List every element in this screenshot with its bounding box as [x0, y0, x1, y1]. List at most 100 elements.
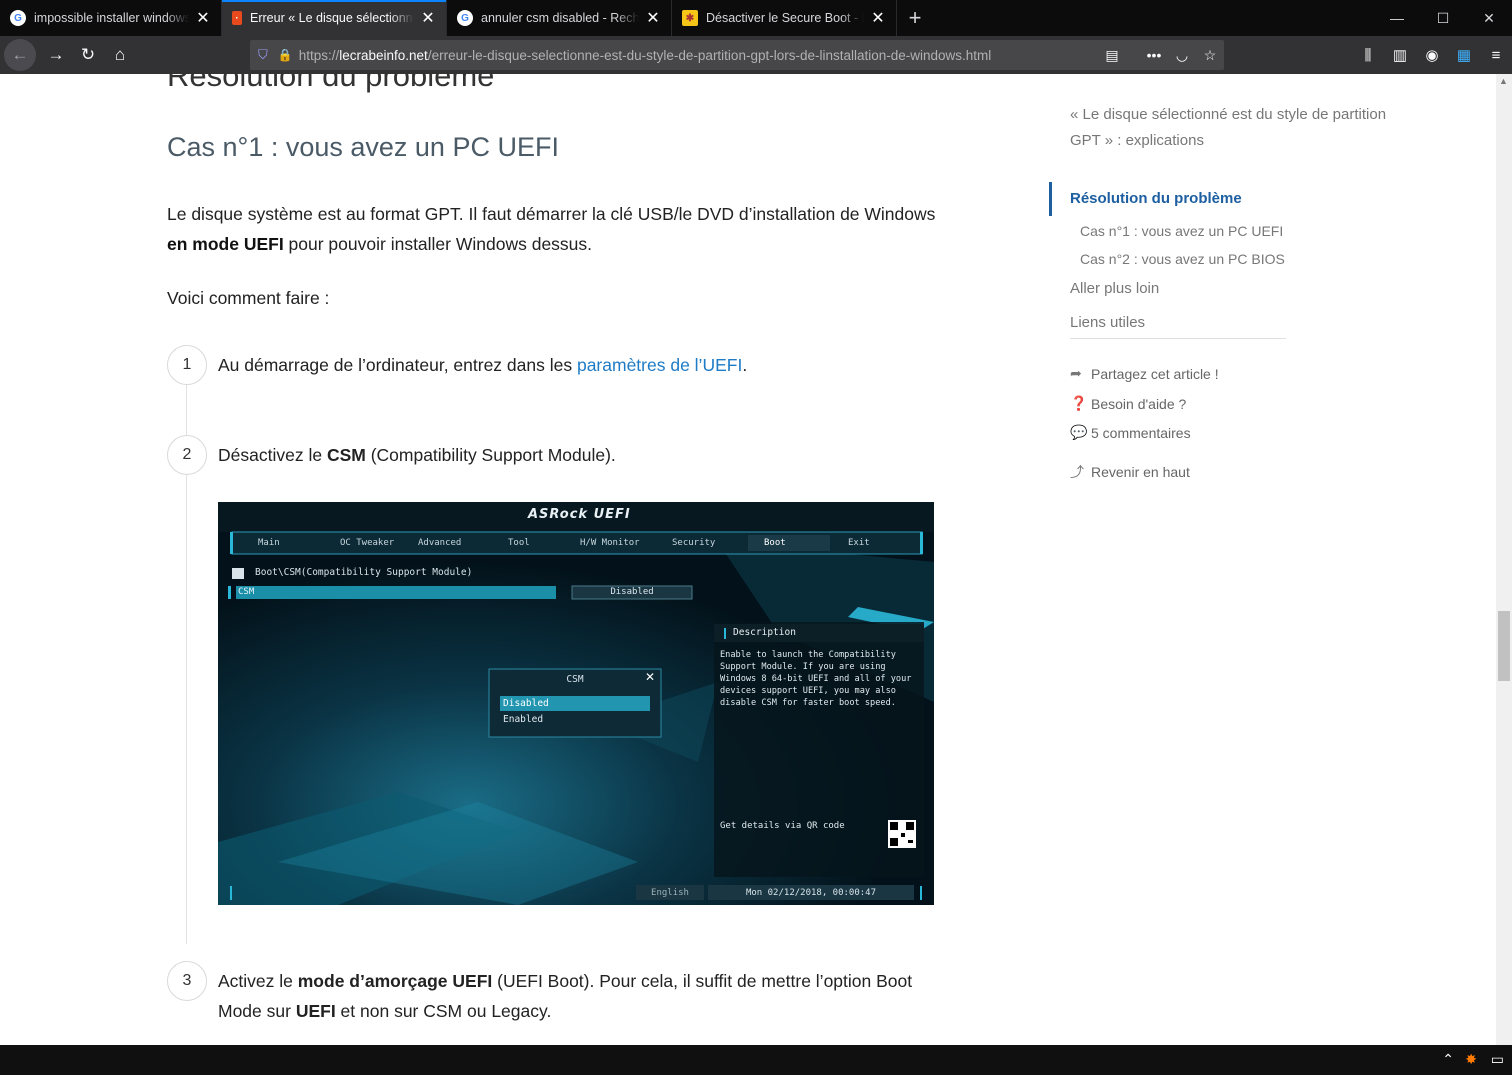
uefi-menu-exit: Exit — [848, 538, 870, 548]
account-icon[interactable]: ◉ — [1416, 36, 1448, 74]
uefi-datetime: Mon 02/12/2018, 00:00:47 — [745, 888, 877, 898]
tab-3[interactable]: G annuler csm disabled - Recherche ✕ — [447, 0, 672, 36]
scroll-up-arrow-icon[interactable]: ▲ — [1499, 76, 1508, 86]
uefi-menu-hw: H/W Monitor — [580, 538, 640, 548]
uefi-menu-tool: Tool — [508, 538, 530, 548]
tab-title: annuler csm disabled - Recherche — [481, 11, 639, 25]
uefi-menu-boot: Boot — [764, 538, 786, 548]
sidebar-divider — [1070, 338, 1286, 339]
tab-title: impossible installer windows 10 — [34, 11, 189, 25]
menu-icon[interactable]: ≡ — [1480, 36, 1512, 74]
uefi-settings-link[interactable]: paramètres de l’UEFI — [577, 355, 742, 375]
uefi-menu-security: Security — [672, 538, 716, 548]
library-icon[interactable]: ⫼ — [1352, 36, 1384, 74]
uefi-popup-enabled: Enabled — [503, 714, 544, 725]
paragraph-1: Le disque système est au format GPT. Il … — [167, 204, 936, 254]
question-circle-icon: ❓ — [1070, 395, 1088, 411]
navigation-bar: ← → ↻ ⌂ ⛉ 🔒 https://lecrabeinfo.net/erre… — [0, 36, 1512, 74]
section-heading: Résolution du problème — [167, 74, 495, 93]
url-actions: ▤ ••• ◡ ☆ — [1098, 40, 1224, 70]
reload-button[interactable]: ↻ — [72, 39, 104, 71]
toc-item-aller-plus-loin[interactable]: Aller plus loin — [1070, 276, 1159, 302]
home-button[interactable]: ⌂ — [104, 39, 136, 71]
toc-item-explications[interactable]: « Le disque sélectionné est du style de … — [1070, 102, 1410, 154]
page-actions-icon[interactable]: ••• — [1140, 40, 1168, 70]
minimize-button[interactable]: — — [1374, 0, 1420, 36]
tab-2[interactable]: · Erreur « Le disque sélectionné est ✕ — [222, 0, 447, 36]
subsection-heading: Cas n°1 : vous avez un PC UEFI — [167, 132, 559, 162]
tab-4[interactable]: ✱ Désactiver le Secure Boot - Mat ✕ — [672, 0, 897, 36]
uefi-popup-disabled: Disabled — [503, 698, 549, 709]
uefi-brand: ASRock UEFI — [528, 507, 631, 522]
help-link[interactable]: ❓ Besoin d'aide ? — [1070, 395, 1186, 412]
uefi-description-title: Description — [733, 627, 796, 638]
toc-active-indicator — [1049, 182, 1052, 216]
toc-item-resolution[interactable]: Résolution du problème — [1070, 186, 1242, 212]
arrow-up-icon: ⤴ — [1070, 464, 1084, 480]
avast-tray-icon[interactable]: ✸ — [1465, 1051, 1477, 1068]
page-scrollbar[interactable]: ▲ — [1496, 74, 1512, 1045]
extensions-icon[interactable]: ▦ — [1448, 36, 1480, 74]
close-tab-icon[interactable]: ✕ — [420, 8, 436, 28]
windows-taskbar: ⌃ ✸ ▭ — [0, 1045, 1512, 1075]
share-arrow-icon: ➦ — [1070, 365, 1082, 381]
uefi-breadcrumb: Boot\CSM(Compatibility Support Module) — [255, 567, 473, 578]
tab-title: Erreur « Le disque sélectionné est — [250, 11, 414, 25]
pocket-icon[interactable]: ◡ — [1168, 40, 1196, 70]
uefi-menu: Main OC Tweaker Advanced Tool H/W Monito… — [258, 538, 918, 548]
comments-link[interactable]: 💬 5 commentaires — [1070, 424, 1191, 441]
step-2-text: Désactivez le CSM (Compatibility Support… — [218, 445, 616, 465]
toc-item-cas2[interactable]: Cas n°2 : vous avez un PC BIOS — [1080, 246, 1285, 272]
page-content: Résolution du problème Cas n°1 : vous av… — [0, 74, 1512, 1045]
close-tab-icon[interactable]: ✕ — [645, 8, 661, 28]
reader-view-icon[interactable]: ▤ — [1098, 40, 1126, 70]
close-tab-icon[interactable]: ✕ — [870, 8, 886, 28]
uefi-menu-advanced: Advanced — [418, 538, 462, 548]
google-icon: G — [10, 10, 26, 26]
uefi-popup-title: CSM — [566, 674, 584, 685]
uefi-popup-close-icon: ✕ — [645, 670, 656, 684]
tab-1[interactable]: G impossible installer windows 10 ✕ — [0, 0, 222, 36]
toolbar-icons: ⫼ ▥ ◉ ▦ ≡ — [1352, 36, 1512, 74]
uefi-csm-value: Disabled — [610, 587, 654, 597]
yellow-site-icon: ✱ — [682, 10, 698, 26]
lock-icon[interactable]: 🔒 — [278, 48, 293, 62]
url-bar[interactable]: ⛉ 🔒 https://lecrabeinfo.net/erreur-le-di… — [250, 40, 1224, 70]
sidebar-icon[interactable]: ▥ — [1384, 36, 1416, 74]
tab-bar: G impossible installer windows 10 ✕ · Er… — [0, 0, 1512, 36]
tracking-shield-icon[interactable]: ⛉ — [258, 47, 268, 63]
url-text[interactable]: https://lecrabeinfo.net/erreur-le-disque… — [299, 48, 1224, 63]
uefi-screenshot: ASRock UEFI Main OC Tweaker Advanced Too… — [218, 502, 934, 905]
step-number-1: 1 — [167, 345, 207, 385]
uefi-qr-text: Get details via QR code — [720, 821, 845, 831]
maximize-button[interactable]: ☐ — [1420, 0, 1466, 36]
step-3-text: Activez le mode d’amorçage UEFI (UEFI Bo… — [218, 971, 913, 1021]
forward-button[interactable]: → — [40, 39, 72, 71]
uefi-language: English — [651, 888, 689, 898]
new-tab-button[interactable]: + — [897, 0, 933, 36]
toc-item-cas1[interactable]: Cas n°1 : vous avez un PC UEFI — [1080, 218, 1283, 244]
close-window-button[interactable]: ✕ — [1466, 0, 1512, 36]
network-tray-icon[interactable]: ▭ — [1491, 1051, 1504, 1068]
back-to-top-link[interactable]: ⤴ Revenir en haut — [1070, 462, 1190, 482]
close-tab-icon[interactable]: ✕ — [195, 8, 211, 28]
google-icon: G — [457, 10, 473, 26]
paragraph-2: Voici comment faire : — [167, 288, 330, 308]
back-button[interactable]: ← — [4, 39, 36, 71]
bookmark-star-icon[interactable]: ☆ — [1196, 40, 1224, 70]
comment-bubble-icon: 💬 — [1070, 424, 1088, 440]
step-number-3: 3 — [167, 961, 207, 1001]
tray-chevron-icon[interactable]: ⌃ — [1442, 1051, 1454, 1068]
scrollbar-thumb[interactable] — [1498, 611, 1510, 681]
tab-title: Désactiver le Secure Boot - Mat — [706, 11, 864, 25]
share-link[interactable]: ➦ Partagez cet article ! — [1070, 365, 1219, 382]
step-number-2: 2 — [167, 435, 207, 475]
uefi-description-text: Enable to launch the Compatibility Suppo… — [720, 650, 912, 708]
uefi-csm-option: CSM — [238, 587, 255, 597]
window-controls: — ☐ ✕ — [1374, 0, 1512, 36]
uefi-menu-main: Main — [258, 538, 280, 548]
step-1-text: Au démarrage de l’ordinateur, entrez dan… — [218, 355, 748, 375]
uefi-menu-oc: OC Tweaker — [340, 538, 395, 548]
crab-icon: · — [232, 11, 242, 25]
toc-item-liens-utiles[interactable]: Liens utiles — [1070, 310, 1145, 336]
